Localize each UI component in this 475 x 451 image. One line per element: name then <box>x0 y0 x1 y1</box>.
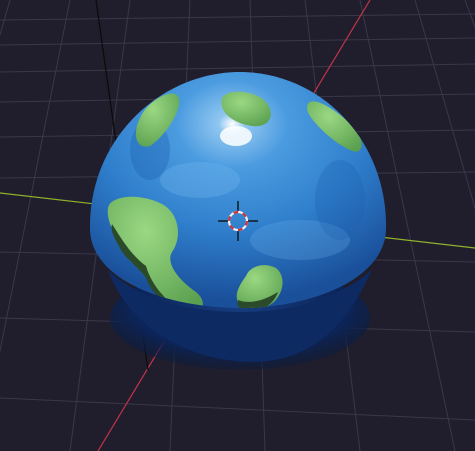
planet-dome[interactable] <box>89 72 387 312</box>
3d-viewport[interactable] <box>0 0 475 451</box>
viewport-canvas[interactable] <box>0 0 475 451</box>
specular-highlight <box>220 126 252 146</box>
